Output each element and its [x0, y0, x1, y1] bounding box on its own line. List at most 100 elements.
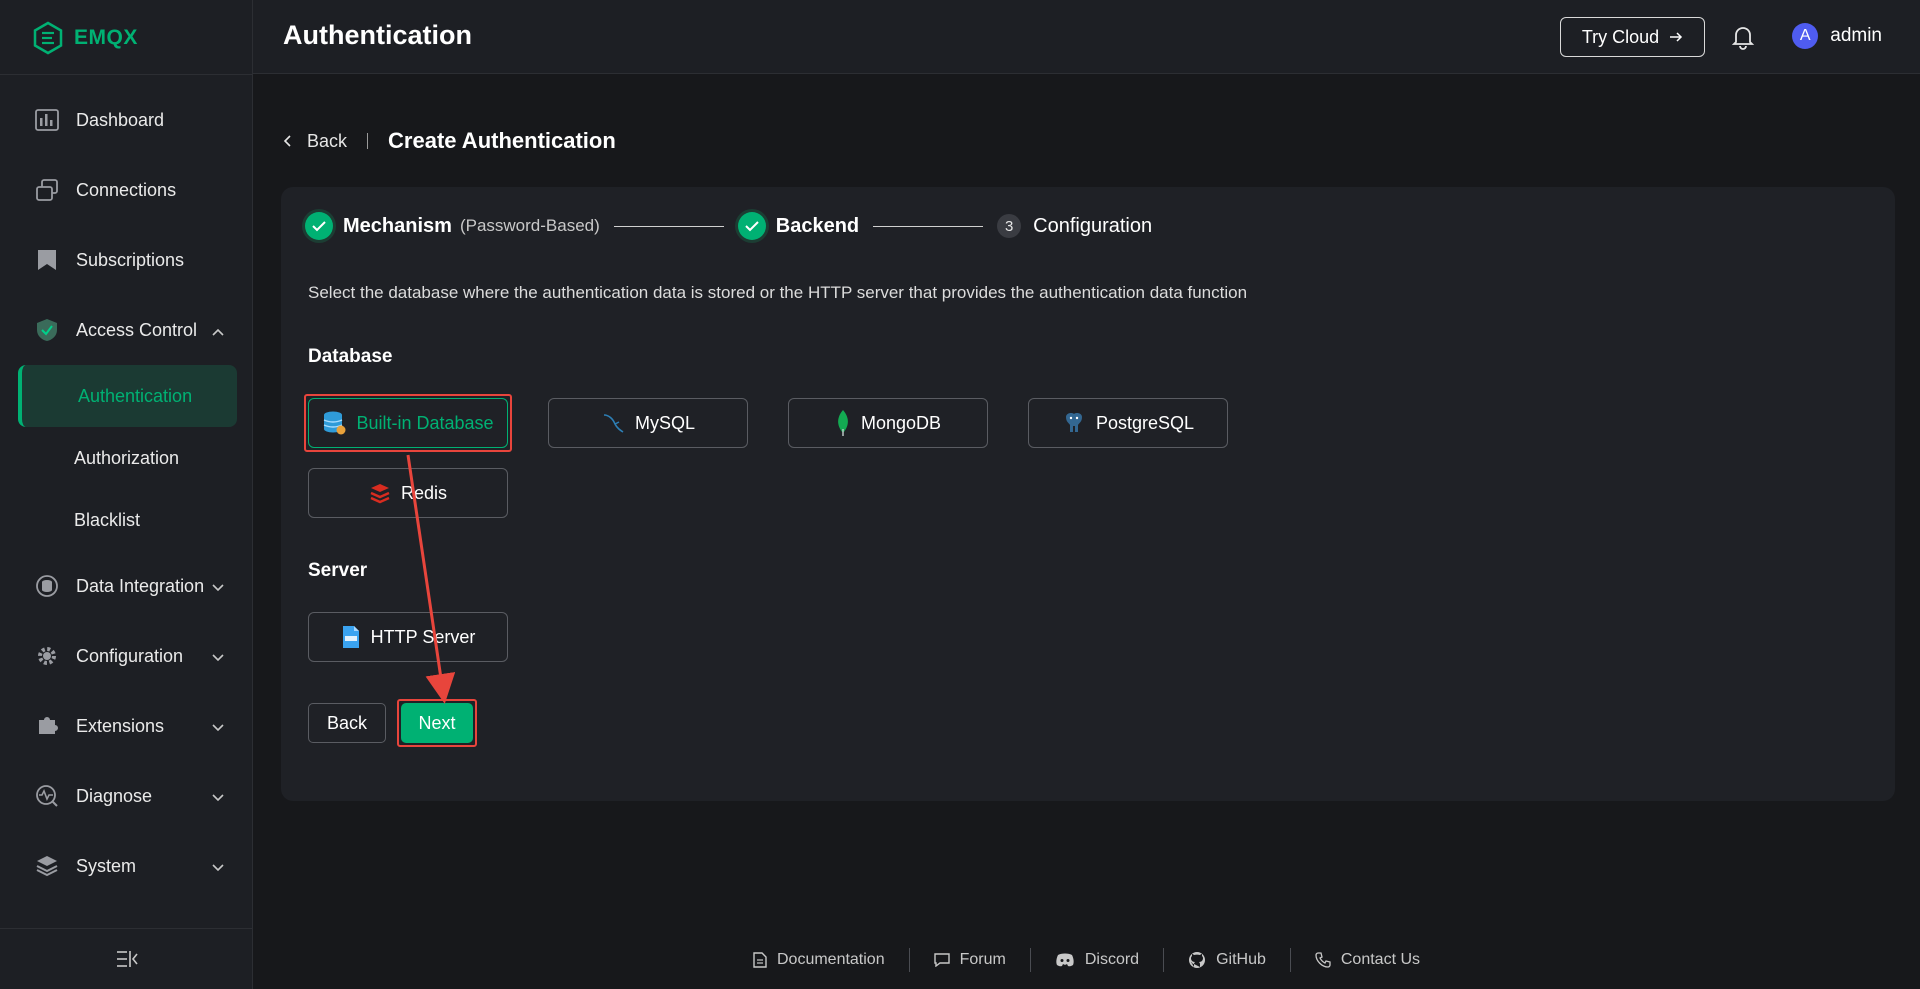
logo[interactable]: EMQX [32, 20, 138, 56]
sidebar-subitem-label: Blacklist [74, 509, 141, 530]
sidebar-item-label: Data Integration [76, 575, 205, 596]
sidebar-item-data-integration[interactable]: Data Integration [0, 551, 253, 621]
sidebar-item-dashboard[interactable]: Dashboard [0, 85, 253, 155]
avatar: A [1792, 23, 1819, 49]
step-configuration-title: Configuration [1033, 214, 1153, 237]
sidebar-item-subscriptions[interactable]: Subscriptions [0, 225, 253, 295]
mysql-icon [603, 414, 624, 433]
sidebar-item-label: Subscriptions [76, 249, 185, 270]
builtin-database-option[interactable]: Built-in Database [308, 398, 508, 448]
logo-text: EMQX [74, 26, 138, 49]
sidebar-divider [0, 74, 253, 75]
sidebar-item-label: Diagnose [76, 785, 153, 806]
try-cloud-button[interactable]: Try Cloud [1560, 17, 1705, 57]
contact-us-label: Contact Us [1340, 951, 1421, 968]
try-cloud-label: Try Cloud [1581, 26, 1660, 47]
shield-check-icon [34, 317, 60, 343]
diagnose-icon [34, 783, 60, 809]
chevron-down-icon [211, 647, 225, 668]
sidebar-subitem-authentication[interactable]: Authentication [18, 365, 237, 427]
option-label: HTTP Server [370, 626, 476, 647]
step-connector [873, 225, 984, 227]
user-menu[interactable]: A admin [1792, 23, 1882, 49]
page-title: Authentication [283, 20, 472, 50]
sidebar-item-diagnose[interactable]: Diagnose [0, 761, 253, 831]
back-button[interactable]: Back [308, 703, 386, 743]
sidebar-subitem-label: Authorization [74, 447, 180, 468]
chat-icon [933, 953, 950, 967]
sidebar: EMQX Dashboard Connections Subscriptions [0, 0, 253, 989]
mongodb-leaf-icon [838, 410, 848, 436]
discord-icon [1056, 953, 1074, 967]
step-mechanism-desc: (Password-Based) [459, 216, 600, 235]
github-icon [1189, 952, 1206, 968]
chevron-left-icon [283, 135, 291, 147]
step-done-icon [305, 212, 333, 240]
connections-icon [34, 177, 60, 203]
step-done-icon [737, 212, 766, 240]
next-button[interactable]: Next [401, 703, 473, 743]
sidebar-subitem-blacklist[interactable]: Blacklist [0, 489, 253, 551]
option-label: PostgreSQL [1095, 412, 1195, 433]
sidebar-item-system[interactable]: System [0, 831, 253, 901]
sidebar-item-label: Extensions [76, 715, 165, 736]
sidebar-item-configuration[interactable]: Configuration [0, 621, 253, 691]
chevron-down-icon [211, 577, 225, 598]
github-label: GitHub [1216, 951, 1266, 968]
breadcrumb-back-label: Back [307, 130, 348, 151]
server-section-title: Server [308, 560, 368, 581]
steps-indicator: Mechanism (Password-Based) Backend 3 Con… [305, 211, 1152, 241]
redis-option[interactable]: Redis [308, 468, 508, 518]
breadcrumb-back-link[interactable]: Back [283, 131, 347, 152]
postgresql-elephant-icon [1065, 413, 1082, 432]
puzzle-icon [34, 713, 60, 739]
sidebar-item-connections[interactable]: Connections [0, 155, 253, 225]
breadcrumb-title: Create Authentication [388, 128, 616, 153]
chevron-down-icon [211, 857, 225, 878]
data-integration-icon [34, 573, 60, 599]
github-link[interactable]: GitHub [1164, 951, 1290, 969]
sidebar-item-access-control[interactable]: Access Control [0, 295, 253, 365]
option-label: Redis [400, 482, 448, 503]
breadcrumb-separator [367, 133, 369, 149]
step-connector [613, 225, 724, 227]
postgresql-option[interactable]: PostgreSQL [1028, 398, 1228, 448]
notification-bell-icon[interactable] [1731, 24, 1757, 50]
breadcrumb: Back Create Authentication [283, 128, 616, 154]
layers-icon [34, 853, 60, 879]
option-label: MySQL [634, 412, 695, 433]
gear-icon [34, 643, 60, 669]
documentation-link[interactable]: Documentation [729, 951, 909, 969]
subscriptions-icon [34, 247, 60, 273]
sidebar-item-label: System [76, 855, 137, 876]
forum-link[interactable]: Forum [910, 951, 1030, 969]
chevron-up-icon [211, 321, 225, 342]
option-label: MongoDB [860, 412, 942, 433]
documentation-label: Documentation [776, 951, 885, 968]
mongodb-option[interactable]: MongoDB [788, 398, 988, 448]
sidebar-bottom-divider [0, 928, 253, 929]
footer: Documentation Forum Discord GitHub Conta… [253, 948, 1920, 972]
sidebar-nav: Dashboard Connections Subscriptions Acce… [0, 85, 253, 901]
step-number-badge: 3 [997, 214, 1022, 238]
mysql-option[interactable]: MySQL [548, 398, 748, 448]
arrow-right-icon [1670, 32, 1683, 42]
document-icon [753, 952, 767, 968]
http-server-option[interactable]: HTTP Server [308, 612, 508, 662]
database-icon [324, 411, 346, 435]
discord-link[interactable]: Discord [1031, 951, 1163, 969]
http-file-icon [342, 626, 359, 648]
backend-description: Select the database where the authentica… [308, 283, 1248, 302]
collapse-sidebar-button[interactable] [114, 948, 140, 970]
redis-icon [370, 484, 390, 504]
discord-label: Discord [1084, 951, 1140, 968]
sidebar-subitem-label: Authentication [78, 385, 193, 406]
option-label: Built-in Database [356, 412, 494, 433]
sidebar-subitem-authorization[interactable]: Authorization [0, 427, 253, 489]
sidebar-item-extensions[interactable]: Extensions [0, 691, 253, 761]
top-header: Authentication Try Cloud A admin [253, 0, 1920, 74]
create-authentication-card: Mechanism (Password-Based) Backend 3 Con… [281, 187, 1895, 801]
contact-us-link[interactable]: Contact Us [1291, 951, 1444, 969]
step-backend-title: Backend [775, 214, 860, 237]
sidebar-item-label: Access Control [76, 319, 198, 340]
